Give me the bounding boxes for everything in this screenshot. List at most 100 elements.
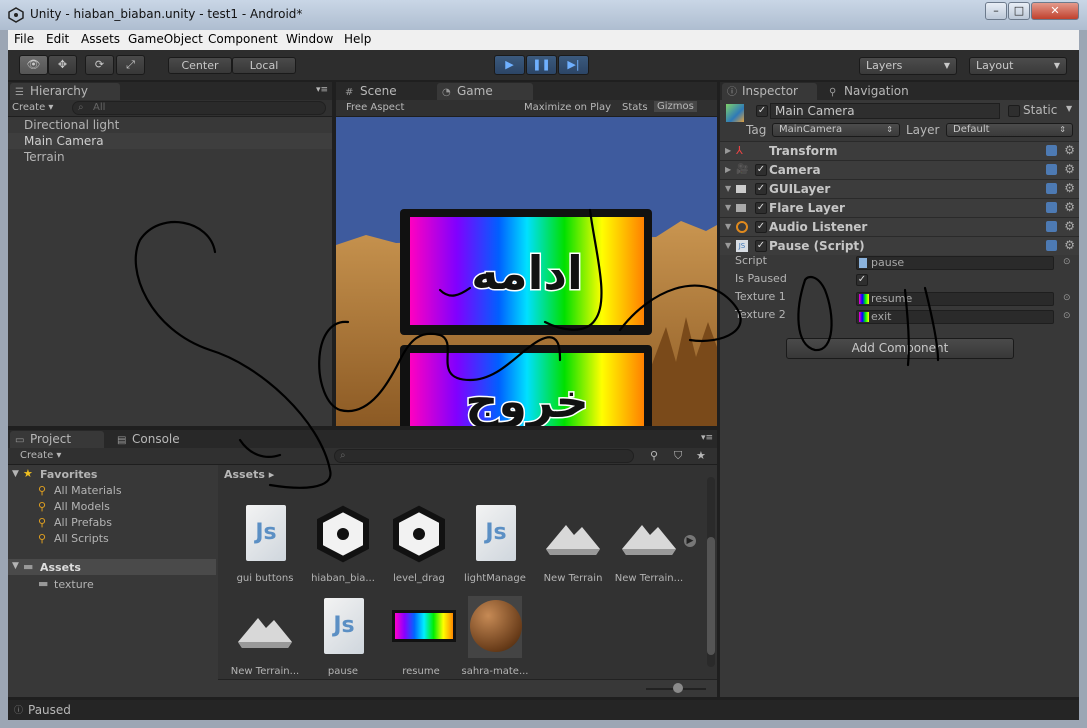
scrollbar-thumb[interactable]	[707, 537, 715, 655]
component-transform[interactable]: ▶ ⅄ Transform ⚙	[720, 141, 1079, 160]
exit-gui-button[interactable]: خروج	[400, 345, 652, 426]
unity-scene-icon	[393, 505, 445, 563]
minimize-button[interactable]: –	[985, 2, 1007, 20]
gizmos-dropdown[interactable]: Gizmos	[654, 101, 697, 112]
rotate-tool-button[interactable]: ⟳	[85, 55, 114, 75]
asset-scrollbar[interactable]	[707, 477, 715, 667]
close-button[interactable]: ✕	[1031, 2, 1079, 20]
component-enabled-checkbox[interactable]: ✓	[755, 202, 767, 214]
stats-toggle[interactable]: Stats	[622, 102, 648, 113]
move-tool-button[interactable]: ✥	[48, 55, 77, 75]
component-enabled-checkbox[interactable]: ✓	[755, 240, 767, 252]
component-enabled-checkbox[interactable]: ✓	[755, 221, 767, 233]
component-camera[interactable]: ▶ 🎥 ✓ Camera ⚙	[720, 160, 1079, 179]
favorite-star-icon[interactable]: ★	[696, 449, 706, 462]
layers-dropdown[interactable]: Layers ▼	[859, 57, 957, 75]
add-component-button[interactable]: Add Component	[786, 338, 1014, 359]
scale-tool-button[interactable]: ⤢	[116, 55, 145, 75]
favorite-all-models[interactable]: All Models	[54, 500, 110, 513]
play-button[interactable]: ▶	[494, 55, 525, 75]
chevron-down-icon[interactable]: ▼	[1066, 104, 1072, 113]
help-book-icon[interactable]	[1046, 164, 1057, 175]
script-field[interactable]: pause	[856, 256, 1054, 270]
hierarchy-item-main-camera[interactable]: Main Camera	[8, 133, 332, 149]
tag-dropdown[interactable]: MainCamera ⇕	[772, 123, 900, 137]
favorite-all-scripts[interactable]: All Scripts	[54, 532, 109, 545]
window-titlebar: Unity - hiaban_biaban.unity - test1 - An…	[0, 0, 1087, 30]
project-search-input[interactable]: ⌕	[334, 449, 634, 463]
favorites-label[interactable]: Favorites	[40, 468, 97, 481]
project-create-dropdown[interactable]: Create ▾	[20, 450, 61, 461]
menu-edit[interactable]: Edit	[46, 32, 69, 46]
pivot-local-button[interactable]: Local	[232, 57, 296, 74]
terrain-icon	[622, 525, 676, 555]
tab-project[interactable]: ▭ Project	[10, 431, 104, 448]
gear-icon[interactable]: ⚙	[1064, 181, 1075, 195]
active-checkbox[interactable]: ✓	[756, 105, 768, 117]
zoom-slider-thumb[interactable]	[673, 683, 683, 693]
static-checkbox[interactable]	[1008, 105, 1020, 117]
menu-gameobject[interactable]: GameObject	[128, 32, 203, 46]
maximize-on-play-toggle[interactable]: Maximize on Play	[524, 102, 611, 113]
maximize-button[interactable]: □	[1008, 2, 1030, 20]
aspect-dropdown[interactable]: Free Aspect	[346, 102, 404, 113]
filter-type-icon[interactable]: ⚲	[650, 449, 658, 462]
texture1-field[interactable]: resume	[856, 292, 1054, 306]
panel-menu-icon[interactable]: ▾≡	[316, 85, 328, 95]
step-button[interactable]: ▶|	[558, 55, 589, 75]
folder-texture[interactable]: texture	[54, 578, 94, 591]
tab-navigation[interactable]: ⚲ Navigation	[824, 83, 934, 100]
view-tool-button[interactable]: 👁	[19, 55, 48, 75]
layer-dropdown[interactable]: Default ⇕	[946, 123, 1073, 137]
pause-button[interactable]: ❚❚	[526, 55, 557, 75]
menu-file[interactable]: File	[14, 32, 34, 46]
menu-window[interactable]: Window	[286, 32, 333, 46]
favorite-all-materials[interactable]: All Materials	[54, 484, 122, 497]
create-dropdown[interactable]: Create ▾	[12, 102, 53, 113]
tab-game[interactable]: ◔ Game	[437, 83, 533, 100]
object-picker-icon[interactable]: ⊙	[1063, 293, 1071, 303]
layout-dropdown[interactable]: Layout ▼	[969, 57, 1067, 75]
menu-help[interactable]: Help	[344, 32, 371, 46]
component-pause-script[interactable]: ▼ JS ✓ Pause (Script) ⚙	[720, 236, 1079, 255]
search-icon: ⌕	[78, 102, 84, 113]
tab-console[interactable]: ▤ Console	[112, 431, 202, 448]
chevron-down-icon: ▼	[1053, 61, 1060, 70]
component-enabled-checkbox[interactable]: ✓	[755, 164, 767, 176]
gear-icon[interactable]: ⚙	[1064, 200, 1075, 214]
filter-label-icon[interactable]: ⛉	[674, 449, 682, 463]
object-name-field[interactable]: Main Camera	[770, 103, 1000, 119]
help-book-icon[interactable]	[1046, 145, 1057, 156]
texture2-field[interactable]: exit	[856, 310, 1054, 324]
panel-menu-icon[interactable]: ▾≡	[701, 433, 713, 443]
hierarchy-item-terrain[interactable]: Terrain	[8, 149, 332, 165]
is-paused-checkbox[interactable]: ✓	[856, 274, 868, 286]
gear-icon[interactable]: ⚙	[1064, 143, 1075, 157]
object-picker-icon[interactable]: ⊙	[1063, 311, 1071, 321]
component-guilayer[interactable]: ▼ ✓ GUILayer ⚙	[720, 179, 1079, 198]
object-picker-icon[interactable]: ⊙	[1063, 257, 1071, 267]
tab-inspector[interactable]: ⓘ Inspector	[722, 83, 817, 100]
gear-icon[interactable]: ⚙	[1064, 162, 1075, 176]
gear-icon[interactable]: ⚙	[1064, 238, 1075, 252]
help-book-icon[interactable]	[1046, 240, 1057, 251]
help-book-icon[interactable]	[1046, 202, 1057, 213]
favorite-all-prefabs[interactable]: All Prefabs	[54, 516, 112, 529]
component-enabled-checkbox[interactable]: ✓	[755, 183, 767, 195]
help-book-icon[interactable]	[1046, 183, 1057, 194]
hierarchy-search-input[interactable]: ⌕ All	[72, 101, 326, 115]
fold-arrow-icon[interactable]: ▼	[12, 469, 19, 479]
help-book-icon[interactable]	[1046, 221, 1057, 232]
tab-hierarchy[interactable]: ☰ Hierarchy	[10, 83, 120, 100]
assets-tree-row[interactable]: ▼ ▬ Assets	[8, 559, 216, 575]
expand-arrow-icon[interactable]: ▶	[684, 535, 696, 547]
resume-gui-button[interactable]: ادامه	[400, 209, 652, 335]
pivot-center-button[interactable]: Center	[168, 57, 232, 74]
menu-assets[interactable]: Assets	[81, 32, 120, 46]
hierarchy-item-directional-light[interactable]: Directional light	[8, 117, 332, 133]
menu-component[interactable]: Component	[208, 32, 278, 46]
gear-icon[interactable]: ⚙	[1064, 219, 1075, 233]
tab-scene[interactable]: # Scene	[340, 83, 430, 100]
component-audio-listener[interactable]: ▼ ✓ Audio Listener ⚙	[720, 217, 1079, 236]
component-flare-layer[interactable]: ▼ ✓ Flare Layer ⚙	[720, 198, 1079, 217]
